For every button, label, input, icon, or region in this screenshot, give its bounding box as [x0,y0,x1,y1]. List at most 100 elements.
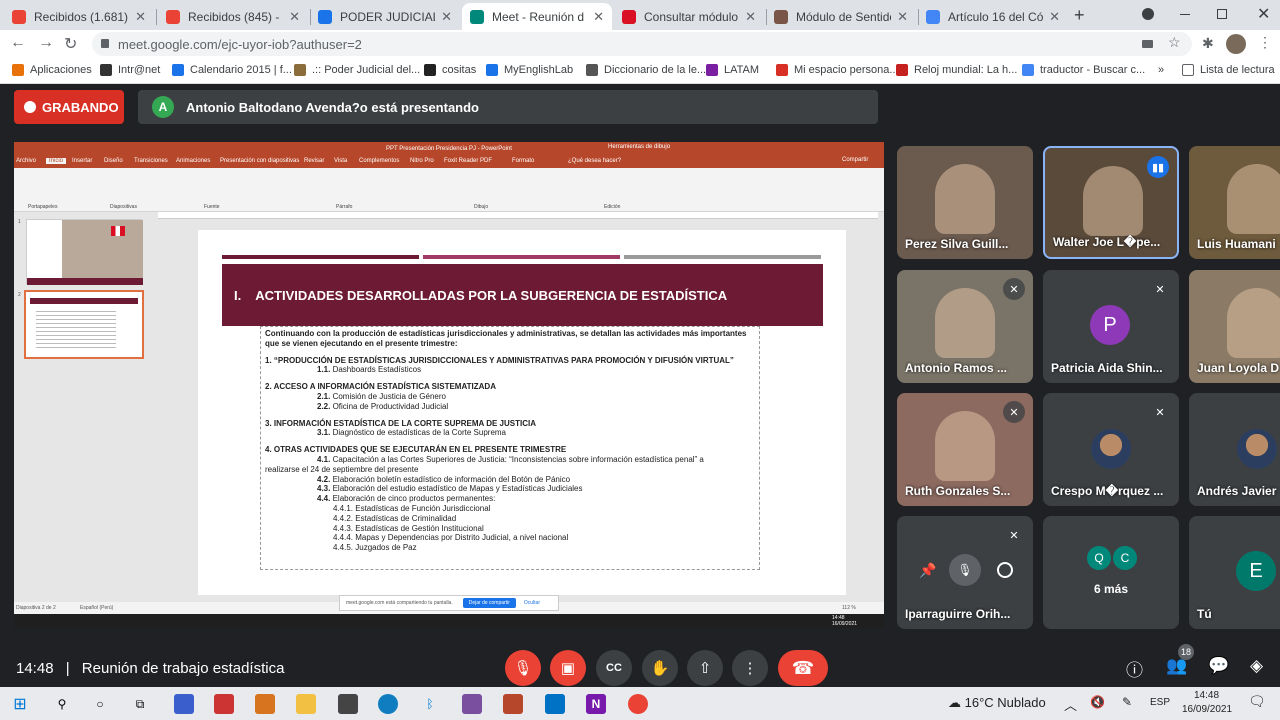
mic-off-button[interactable]: 🎙 [505,650,541,686]
ribbon-tab[interactable]: Formato [512,158,534,164]
ribbon-tab[interactable]: Insertar [72,158,92,164]
slide-thumbnail-1[interactable] [26,219,143,285]
participant-tile[interactable]: ✕ Antonio Ramos ... [897,270,1033,383]
address-bar[interactable]: meet.google.com/ejc-uyor-iob?authuser=2 … [92,32,1192,56]
ribbon-tab[interactable]: Revisar [304,158,324,164]
ribbon-tab[interactable]: Foxit Reader PDF [444,158,492,164]
clock-time[interactable]: 14:48 [1194,690,1219,701]
bookmark-item[interactable]: Aplicaciones [12,64,92,76]
bookmark-item[interactable]: traductor - Buscar c... [1022,64,1145,76]
weather-widget[interactable]: ☁ 16°C Nublado [948,695,1046,711]
reading-list-button[interactable]: Lista de lectura [1182,64,1275,76]
close-tab-icon[interactable]: ✕ [1049,9,1060,25]
stop-sharing-button[interactable]: Dejar de compartir [462,598,516,608]
app-icon[interactable] [174,694,194,714]
ribbon-tab[interactable]: Presentación con diapositivas [220,158,299,164]
ribbon-tab[interactable]: Transiciones [134,158,168,164]
forward-button[interactable]: → [38,34,54,52]
ribbon-tab[interactable]: Vista [334,158,347,164]
more-options-button[interactable]: ⋮ [732,650,768,686]
browser-tab[interactable]: Módulo de Sentido de✕ [766,3,916,30]
store-icon[interactable] [338,694,358,714]
participant-tile[interactable]: E Tú [1189,516,1280,629]
mute-participant-icon[interactable]: 🎙 [949,554,981,586]
task-view-icon[interactable]: ⧉ [130,694,150,714]
volume-muted-icon[interactable]: 🔇 [1090,695,1105,709]
bookmark-item[interactable]: Mi espacio persona... [776,64,899,76]
show-hidden-icons[interactable]: ︿ [1064,695,1077,714]
minimize-button[interactable] [1180,14,1190,15]
back-button[interactable]: ← [10,34,26,52]
profile-avatar[interactable] [1226,34,1246,54]
app-icon[interactable] [462,694,482,714]
bookmark-item[interactable]: Reloj mundial: La h... [896,64,1017,76]
raise-hand-button[interactable]: ✋ [642,650,678,686]
windows-start-icon[interactable]: ⊞ [10,694,30,714]
browser-tab[interactable]: Artículo 16 del Códig✕ [918,3,1068,30]
chat-icon[interactable]: 💬 [1208,656,1229,676]
bookmark-item[interactable]: Diccionario de la le... [586,64,706,76]
bookmark-item[interactable]: Calendario 2015 | f... [172,64,292,76]
share-link[interactable]: Compartir [842,157,868,163]
camera-icon[interactable] [1142,40,1153,48]
ribbon-tab[interactable]: ¿Qué desea hacer? [568,158,621,164]
bookmarks-more-button[interactable]: » [1158,64,1164,76]
outlook-icon[interactable] [545,694,565,714]
camera-off-button[interactable]: ▣ [550,650,586,686]
browser-tab[interactable]: Consultar módulo de✕ [614,3,764,30]
ribbon-tab[interactable]: Nitro Pro [410,158,434,164]
participant-tile[interactable]: P ✕ Patricia Aida Shin... [1043,270,1179,383]
participant-tile[interactable]: Andrés Javier [1189,393,1280,506]
bookmark-item[interactable]: MyEnglishLab [486,64,573,76]
extensions-icon[interactable]: ✱ [1202,35,1214,52]
slide[interactable]: I. ACTIVIDADES DESARROLLADAS POR LA SUBG… [198,230,846,595]
pen-icon[interactable]: ✎ [1122,695,1132,709]
browser-tab[interactable]: Recibidos (1.681) - mi✕ [4,3,154,30]
captions-button[interactable]: CC [596,650,632,686]
chrome-icon[interactable] [628,694,648,714]
file-explorer-icon[interactable] [296,694,316,714]
participant-tile[interactable]: Luis Huamani [1189,146,1280,259]
ribbon-tab[interactable]: Inicio [46,158,67,164]
bookmark-item[interactable]: .:: Poder Judicial del... [294,64,420,76]
participant-tile[interactable]: QC 6 más [1043,516,1179,629]
browser-tab[interactable]: Meet - Reunión d ✕ [462,3,612,30]
search-icon[interactable]: ⚲ [52,694,72,714]
close-window-button[interactable]: ✕ [1257,4,1270,24]
remove-icon[interactable] [997,562,1013,578]
close-tab-icon[interactable]: ✕ [441,9,452,25]
bookmark-item[interactable]: cositas [424,64,476,76]
ribbon-tab[interactable]: Complementos [359,158,399,164]
present-button[interactable]: ⇧ [687,650,723,686]
close-tab-icon[interactable]: ✕ [593,9,604,25]
close-tab-icon[interactable]: ✕ [135,9,146,25]
browser-tab[interactable]: Recibidos (845) - elvia✕ [158,3,308,30]
language-indicator[interactable]: ESP [1150,697,1170,708]
participant-tile[interactable]: ✕ Crespo M�rquez ... [1043,393,1179,506]
pin-icon[interactable]: 📌 [919,562,936,579]
maximize-button[interactable] [1217,9,1227,19]
participant-tile[interactable]: 📌 🎙 ✕ Iparraguirre Orih... [897,516,1033,629]
slide-thumbnail-2[interactable] [24,290,144,359]
app-icon[interactable] [255,694,275,714]
hide-notice-button[interactable]: Ocultar [524,600,540,606]
close-tab-icon[interactable]: ✕ [897,9,908,25]
menu-kebab-icon[interactable]: ⋮ [1258,34,1272,51]
powerpoint-icon[interactable] [503,694,523,714]
participant-tile[interactable]: ▮▮ Walter Joe L�pe... [1043,146,1179,259]
meeting-details-icon[interactable]: ⓘ [1126,656,1143,681]
bookmark-item[interactable]: LATAM [706,64,759,76]
tab-search-icon[interactable] [1142,8,1154,20]
slide-body[interactable]: Continuando con la producción de estadís… [260,326,760,570]
app-icon[interactable] [214,694,234,714]
participant-tile[interactable]: Juan Loyola D [1189,270,1280,383]
recording-badge[interactable]: GRABANDO [14,90,124,124]
participant-tile[interactable]: ✕ Ruth Gonzales S... [897,393,1033,506]
close-tab-icon[interactable]: ✕ [289,9,300,25]
new-tab-button[interactable]: + [1074,5,1085,26]
ribbon-tab[interactable]: Diseño [104,158,123,164]
edge-icon[interactable] [378,694,398,714]
ribbon-tab[interactable]: Archivo [16,158,36,164]
leave-call-button[interactable]: ☎ [778,650,828,686]
browser-tab[interactable]: PODER JUDICIAL DEL✕ [310,3,460,30]
